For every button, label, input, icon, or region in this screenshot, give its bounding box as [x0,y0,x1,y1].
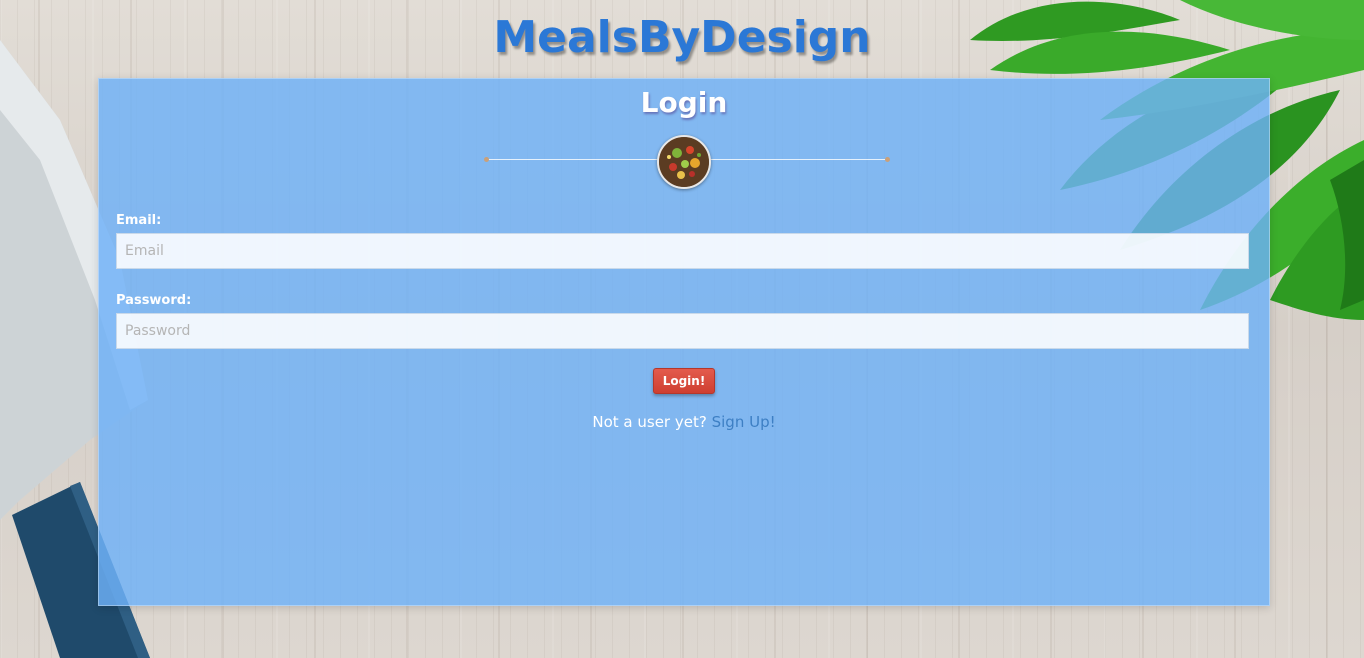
food-bowl-icon [659,137,709,187]
password-field[interactable] [116,313,1249,349]
food-bowl-image [657,135,711,189]
divider-dot-right [885,157,890,162]
login-page: MealsByDesign Login Email: Password: [0,0,1364,658]
email-field[interactable] [116,233,1249,269]
signup-link[interactable]: Sign Up! [712,413,776,431]
divider-dot-left [484,157,489,162]
login-panel: Login Email: Password: Login! Not [98,78,1270,606]
password-label: Password: [116,293,192,308]
signup-prompt-line: Not a user yet? Sign Up! [99,412,1269,432]
site-title: MealsByDesign [493,12,871,63]
email-label: Email: [116,213,162,228]
signup-prompt-text: Not a user yet? [592,413,707,431]
login-button[interactable]: Login! [653,368,715,394]
login-title: Login [640,86,728,119]
